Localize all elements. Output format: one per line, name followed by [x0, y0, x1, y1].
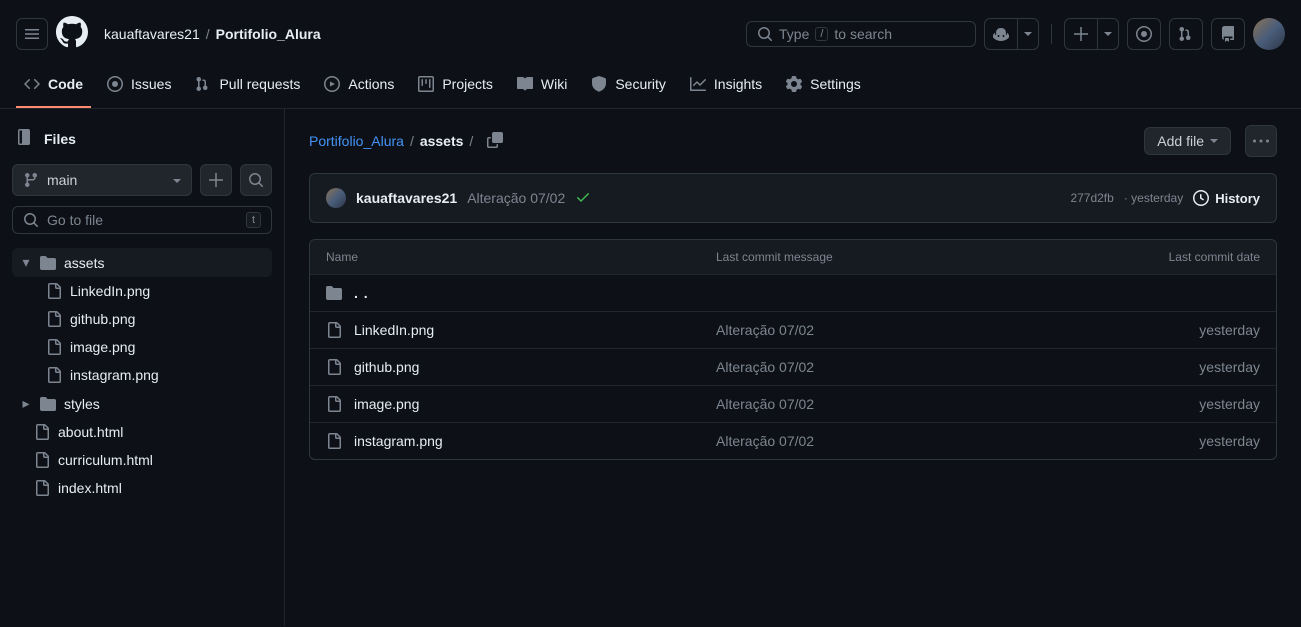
- file-search-input[interactable]: Go to file t: [12, 206, 272, 234]
- tab-wiki[interactable]: Wiki: [509, 68, 575, 108]
- tree-file[interactable]: github.png: [12, 305, 272, 333]
- github-logo[interactable]: [56, 16, 88, 51]
- commit-message[interactable]: Alteração 07/02: [467, 190, 565, 206]
- col-header-name: Name: [326, 250, 716, 264]
- tree-folder-assets[interactable]: ▾ assets: [12, 248, 272, 277]
- col-header-date: Last commit date: [1120, 250, 1260, 264]
- table-row[interactable]: instagram.pngAlteração 07/02yesterday: [310, 423, 1276, 459]
- search-placeholder-suffix: to search: [834, 26, 892, 42]
- tree-file[interactable]: image.png: [12, 333, 272, 361]
- commit-time: · yesterday: [1124, 191, 1183, 205]
- search-placeholder-prefix: Type: [779, 26, 809, 42]
- copilot-button[interactable]: [984, 18, 1017, 50]
- copy-path-button[interactable]: [487, 132, 503, 151]
- search-input[interactable]: Type / to search: [746, 21, 976, 47]
- tab-pull-requests[interactable]: Pull requests: [187, 68, 308, 108]
- issues-button[interactable]: [1127, 18, 1161, 50]
- tab-insights[interactable]: Insights: [682, 68, 770, 108]
- path-repo-link[interactable]: Portifolio_Alura: [309, 133, 404, 149]
- tab-settings[interactable]: Settings: [778, 68, 869, 108]
- chevron-right-icon: ▸: [20, 395, 32, 412]
- parent-dots: . .: [354, 285, 369, 301]
- copilot-dropdown[interactable]: [1017, 18, 1039, 50]
- tree-file[interactable]: curriculum.html: [12, 446, 272, 474]
- file-search-placeholder: Go to file: [47, 212, 103, 228]
- branch-name: main: [47, 172, 77, 188]
- commit-author-avatar[interactable]: [326, 188, 346, 208]
- file-search-key: t: [246, 212, 261, 228]
- sidebar-title: Files: [44, 131, 76, 147]
- path-current: assets: [420, 133, 464, 149]
- tab-actions[interactable]: Actions: [316, 68, 402, 108]
- add-button[interactable]: [1064, 18, 1097, 50]
- owner-link[interactable]: kauaftavares21: [104, 26, 200, 42]
- tab-projects[interactable]: Projects: [410, 68, 501, 108]
- tab-security[interactable]: Security: [583, 68, 674, 108]
- history-link[interactable]: History: [1193, 190, 1260, 206]
- repo-link[interactable]: Portifolio_Alura: [216, 26, 321, 42]
- notifications-button[interactable]: [1211, 18, 1245, 50]
- table-row[interactable]: image.pngAlteração 07/02yesterday: [310, 386, 1276, 423]
- commit-author[interactable]: kauaftavares21: [356, 190, 457, 206]
- tree-file[interactable]: about.html: [12, 418, 272, 446]
- search-key-hint: /: [815, 27, 828, 41]
- add-file-sidebar-button[interactable]: [200, 164, 232, 196]
- tree-file[interactable]: instagram.png: [12, 361, 272, 389]
- breadcrumb-separator: /: [206, 26, 210, 42]
- tab-code[interactable]: Code: [16, 68, 91, 108]
- add-dropdown[interactable]: [1097, 18, 1119, 50]
- branch-selector[interactable]: main: [12, 164, 192, 196]
- user-avatar[interactable]: [1253, 18, 1285, 50]
- tree-file[interactable]: LinkedIn.png: [12, 277, 272, 305]
- col-header-message: Last commit message: [716, 250, 1120, 264]
- tree-folder-styles[interactable]: ▸ styles: [12, 389, 272, 418]
- table-row[interactable]: LinkedIn.pngAlteração 07/02yesterday: [310, 312, 1276, 349]
- table-row[interactable]: github.pngAlteração 07/02yesterday: [310, 349, 1276, 386]
- breadcrumb: kauaftavares21 / Portifolio_Alura: [104, 26, 321, 42]
- tree-file[interactable]: index.html: [12, 474, 272, 502]
- commit-sha[interactable]: 277d2fb: [1070, 191, 1113, 205]
- pull-requests-button[interactable]: [1169, 18, 1203, 50]
- add-file-button[interactable]: Add file: [1144, 127, 1231, 155]
- menu-button[interactable]: [16, 18, 48, 50]
- parent-directory-row[interactable]: . .: [310, 275, 1276, 312]
- chevron-down-icon: ▾: [20, 254, 32, 271]
- more-options-button[interactable]: [1245, 125, 1277, 157]
- tab-issues[interactable]: Issues: [99, 68, 179, 108]
- sidebar-toggle-icon[interactable]: [16, 129, 32, 148]
- search-sidebar-button[interactable]: [240, 164, 272, 196]
- chevron-down-icon: [173, 172, 181, 188]
- check-icon: [575, 189, 591, 208]
